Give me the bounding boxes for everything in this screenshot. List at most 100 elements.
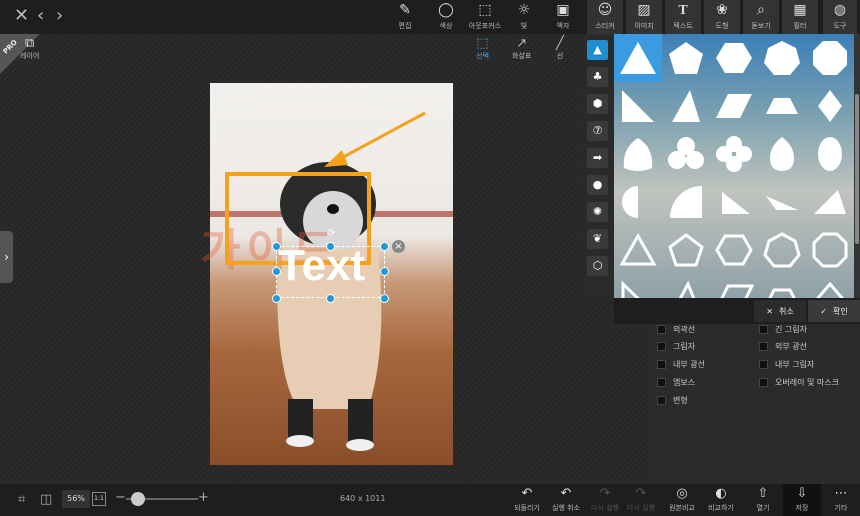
close-icon[interactable]: ✕ [14, 6, 29, 26]
shape-hexagon[interactable] [710, 34, 758, 82]
effect-outer-glow[interactable]: 외부 광선 [759, 341, 807, 352]
cancel-button[interactable]: ✕ 취소 [754, 300, 806, 322]
shape-parallelogram[interactable] [710, 82, 758, 130]
edit-icon: ✎ [399, 2, 411, 18]
shape-pentagon-outline[interactable] [662, 226, 710, 274]
shape-diamond[interactable] [806, 82, 854, 130]
zoom-out-icon[interactable]: − [115, 490, 126, 505]
shape-triangle[interactable] [614, 34, 662, 82]
layer-button[interactable]: ⧉ 레이어 [20, 36, 39, 61]
shape-diamond-outline[interactable] [806, 274, 854, 298]
fit-screen-icon[interactable]: ◫ [40, 492, 52, 507]
zoom-level[interactable]: 56% [62, 490, 90, 508]
shape-triangle-outline[interactable] [614, 226, 662, 274]
shape-octagon-outline[interactable] [806, 226, 854, 274]
effect-long-shadow[interactable]: 긴 그림자 [759, 324, 807, 335]
category-basic[interactable]: ▲ [587, 40, 608, 60]
shape-ellipse[interactable] [806, 130, 854, 178]
resize-handle[interactable] [272, 294, 281, 303]
select-subtool[interactable]: ⬚ 선택 [476, 36, 489, 61]
shape-heptagon[interactable] [758, 34, 806, 82]
shape-scrollbar[interactable] [854, 34, 860, 298]
shape-acute-triangle[interactable] [662, 82, 710, 130]
rotate-handle-icon[interactable]: ⟳ [327, 228, 335, 239]
shape-trapezoid-outline[interactable] [758, 274, 806, 298]
shape-half-circle[interactable] [614, 178, 662, 226]
shape-obtuse-triangle[interactable] [758, 178, 806, 226]
zoom-slider-thumb[interactable] [131, 492, 145, 506]
resize-handle[interactable] [272, 242, 281, 251]
category-3d[interactable]: ⬡ [587, 256, 608, 276]
actual-size-button[interactable]: 1:1 [92, 492, 106, 506]
shape-octagon[interactable] [806, 34, 854, 82]
forward-icon[interactable]: › [56, 6, 63, 26]
effect-inner-glow[interactable]: 내부 광선 [657, 359, 705, 370]
shape-pentagon[interactable] [662, 34, 710, 82]
sun-icon: ☼ [517, 2, 531, 18]
side-panel-toggle[interactable]: › [0, 231, 13, 283]
effect-outline[interactable]: 외곽선 [657, 324, 695, 335]
arrow-icon: ➡ [592, 151, 603, 164]
redo-all-button[interactable]: ↷ 다시 실행 [624, 484, 658, 516]
color-tool[interactable]: ◯ 색상 [435, 0, 457, 34]
compare-original-button[interactable]: ◎ 원본비교 [665, 484, 699, 516]
shape-acute-triangle-outline[interactable] [662, 274, 710, 298]
resize-handle[interactable] [380, 242, 389, 251]
compare-icon: ◐ [715, 486, 727, 501]
back-icon[interactable]: ‹ [37, 6, 44, 26]
shape-right-triangle-outline[interactable] [614, 274, 662, 298]
arrow-subtool[interactable]: ↗ 화살표 [512, 36, 531, 61]
line-icon: ╱ [556, 36, 564, 51]
more-button[interactable]: ⋯ 기타 [826, 484, 856, 516]
effect-shadow[interactable]: 그림자 [657, 341, 695, 352]
shape-hexagon-outline[interactable] [710, 226, 758, 274]
shape-grid [614, 34, 854, 298]
arrow-icon: ↗ [516, 36, 528, 51]
open-button[interactable]: ⇧ 열기 [748, 484, 778, 516]
resize-handle[interactable] [326, 294, 335, 303]
compare-button[interactable]: ◐ 비교하기 [704, 484, 738, 516]
crop-icon[interactable]: ⌗ [18, 492, 25, 507]
annotation-arrow[interactable] [320, 110, 430, 170]
category-seals[interactable]: ✺ [587, 202, 608, 222]
confirm-button[interactable]: ✓ 확인 [808, 300, 860, 322]
shape-wide-triangle[interactable] [806, 178, 854, 226]
zoom-in-icon[interactable]: + [198, 490, 209, 505]
light-tool[interactable]: ☼ 빛 [513, 0, 535, 34]
shape-heptagon-outline[interactable] [758, 226, 806, 274]
shape-right-triangle[interactable] [614, 82, 662, 130]
category-symbols[interactable]: ♣ [587, 67, 608, 87]
effect-emboss[interactable]: 엠보스 [657, 377, 695, 388]
resize-handle[interactable] [272, 267, 281, 276]
resize-handle[interactable] [380, 294, 389, 303]
resize-handle[interactable] [326, 242, 335, 251]
text-object[interactable]: Text [278, 241, 365, 291]
edit-tool[interactable]: ✎ 편집 [394, 0, 416, 34]
effect-overlay-mask[interactable]: 오버레이 및 마스크 [759, 377, 839, 388]
shape-trapezoid[interactable] [758, 82, 806, 130]
delete-handle[interactable]: × [392, 240, 405, 253]
select-icon: ⬚ [476, 36, 489, 51]
shape-trefoil[interactable] [662, 130, 710, 178]
shape-right-triangle-2[interactable] [710, 178, 758, 226]
effect-inner-shadow[interactable]: 내부 그림자 [759, 359, 814, 370]
line-subtool[interactable]: ╱ 선 [556, 36, 564, 61]
category-arrows[interactable]: ➡ [587, 148, 608, 168]
outfocus-tool[interactable]: ⬚ 아웃포커스 [468, 0, 502, 34]
shape-parallelogram-outline[interactable] [710, 274, 758, 298]
resize-handle[interactable] [380, 267, 389, 276]
undo-button[interactable]: ↶ 실행 취소 [548, 484, 584, 516]
effect-transform[interactable]: 변형 [657, 395, 688, 406]
category-badges[interactable]: ⬢ [587, 94, 608, 114]
shape-egg[interactable] [758, 130, 806, 178]
category-numbers[interactable]: ⑦ [587, 121, 608, 141]
undo-all-button[interactable]: ↶ 되돌리기 [511, 484, 543, 516]
category-bubbles[interactable]: ● [587, 175, 608, 195]
redo-button[interactable]: ↷ 다시 실행 [588, 484, 622, 516]
category-wreaths[interactable]: ❦ [587, 229, 608, 249]
shape-reuleaux[interactable] [614, 130, 662, 178]
save-button[interactable]: ⇩ 저장 [783, 484, 821, 516]
shape-quarter-circle[interactable] [662, 178, 710, 226]
frame-tool[interactable]: ▣ 액자 [551, 0, 575, 34]
shape-quatrefoil[interactable] [710, 130, 758, 178]
